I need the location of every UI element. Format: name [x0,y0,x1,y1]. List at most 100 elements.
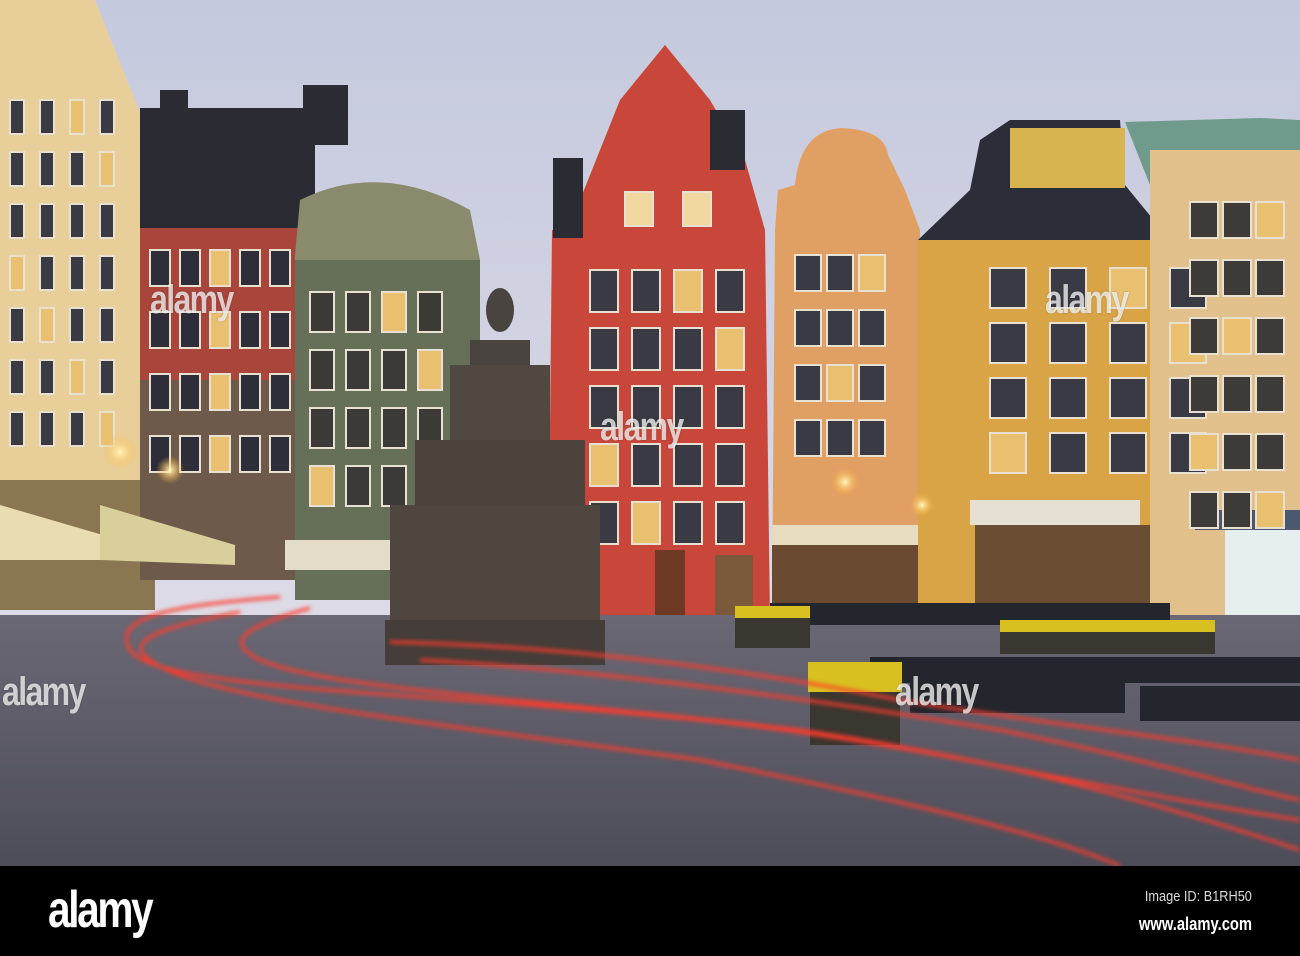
window [1222,259,1252,297]
window [794,254,822,292]
window [269,373,291,411]
window [239,373,261,411]
window [1255,433,1285,471]
window [99,99,115,135]
window [715,443,745,487]
window [1255,317,1285,355]
window [9,255,25,291]
watermark: alamy [1045,278,1129,322]
window [39,411,55,447]
window [417,291,443,333]
window [269,249,291,287]
window [858,309,886,347]
window [69,411,85,447]
window [381,349,407,391]
window [631,327,661,371]
window [1222,491,1252,529]
window [715,501,745,545]
window [209,435,231,473]
window [345,407,371,449]
window [309,349,335,391]
window [39,359,55,395]
window [1049,322,1087,364]
window [39,99,55,135]
window [1222,375,1252,413]
window [1109,432,1147,474]
footer-bar: alamy Image ID: B1RH50 www.alamy.com [0,866,1300,956]
window [794,364,822,402]
window [417,349,443,391]
street-lamp [102,434,138,470]
window [9,411,25,447]
window [826,419,854,457]
window [826,254,854,292]
street-lamp [831,468,859,496]
window [673,269,703,313]
window [858,419,886,457]
window [1189,259,1219,297]
window [381,465,407,507]
window [1049,377,1087,419]
window [99,255,115,291]
window [9,203,25,239]
window [589,443,619,487]
window [1109,377,1147,419]
window [715,327,745,371]
window [989,267,1027,309]
window [345,349,371,391]
window [1109,322,1147,364]
window [1189,433,1219,471]
window [631,501,661,545]
window [989,432,1027,474]
window [1189,317,1219,355]
window [309,407,335,449]
window [239,311,261,349]
window [1189,375,1219,413]
image-id: Image ID: B1RH50 [1144,888,1252,905]
window [345,465,371,507]
window [309,465,335,507]
window [69,255,85,291]
window [858,364,886,402]
window [858,254,886,292]
window [1255,491,1285,529]
window [631,443,661,487]
window [826,309,854,347]
window [682,191,712,227]
watermark: alamy [600,405,684,449]
window [9,151,25,187]
street-lamp [910,493,934,517]
window [1255,375,1285,413]
window [69,151,85,187]
window [39,203,55,239]
window [1189,201,1219,239]
window [715,385,745,429]
window [345,291,371,333]
window [624,191,654,227]
window [69,307,85,343]
window [209,373,231,411]
window [69,99,85,135]
window [69,359,85,395]
window [9,99,25,135]
window [269,435,291,473]
street-lamp [156,456,184,484]
window [826,364,854,402]
window [989,322,1027,364]
window [589,327,619,371]
window [1222,201,1252,239]
window [715,269,745,313]
window [1255,201,1285,239]
window [239,249,261,287]
window [673,501,703,545]
window [99,307,115,343]
window [99,359,115,395]
window [39,151,55,187]
window [239,435,261,473]
window [1222,317,1252,355]
window [794,309,822,347]
site-url[interactable]: www.alamy.com [1139,914,1252,935]
window [1189,491,1219,529]
alamy-logo[interactable]: alamy [48,880,154,940]
window [39,255,55,291]
